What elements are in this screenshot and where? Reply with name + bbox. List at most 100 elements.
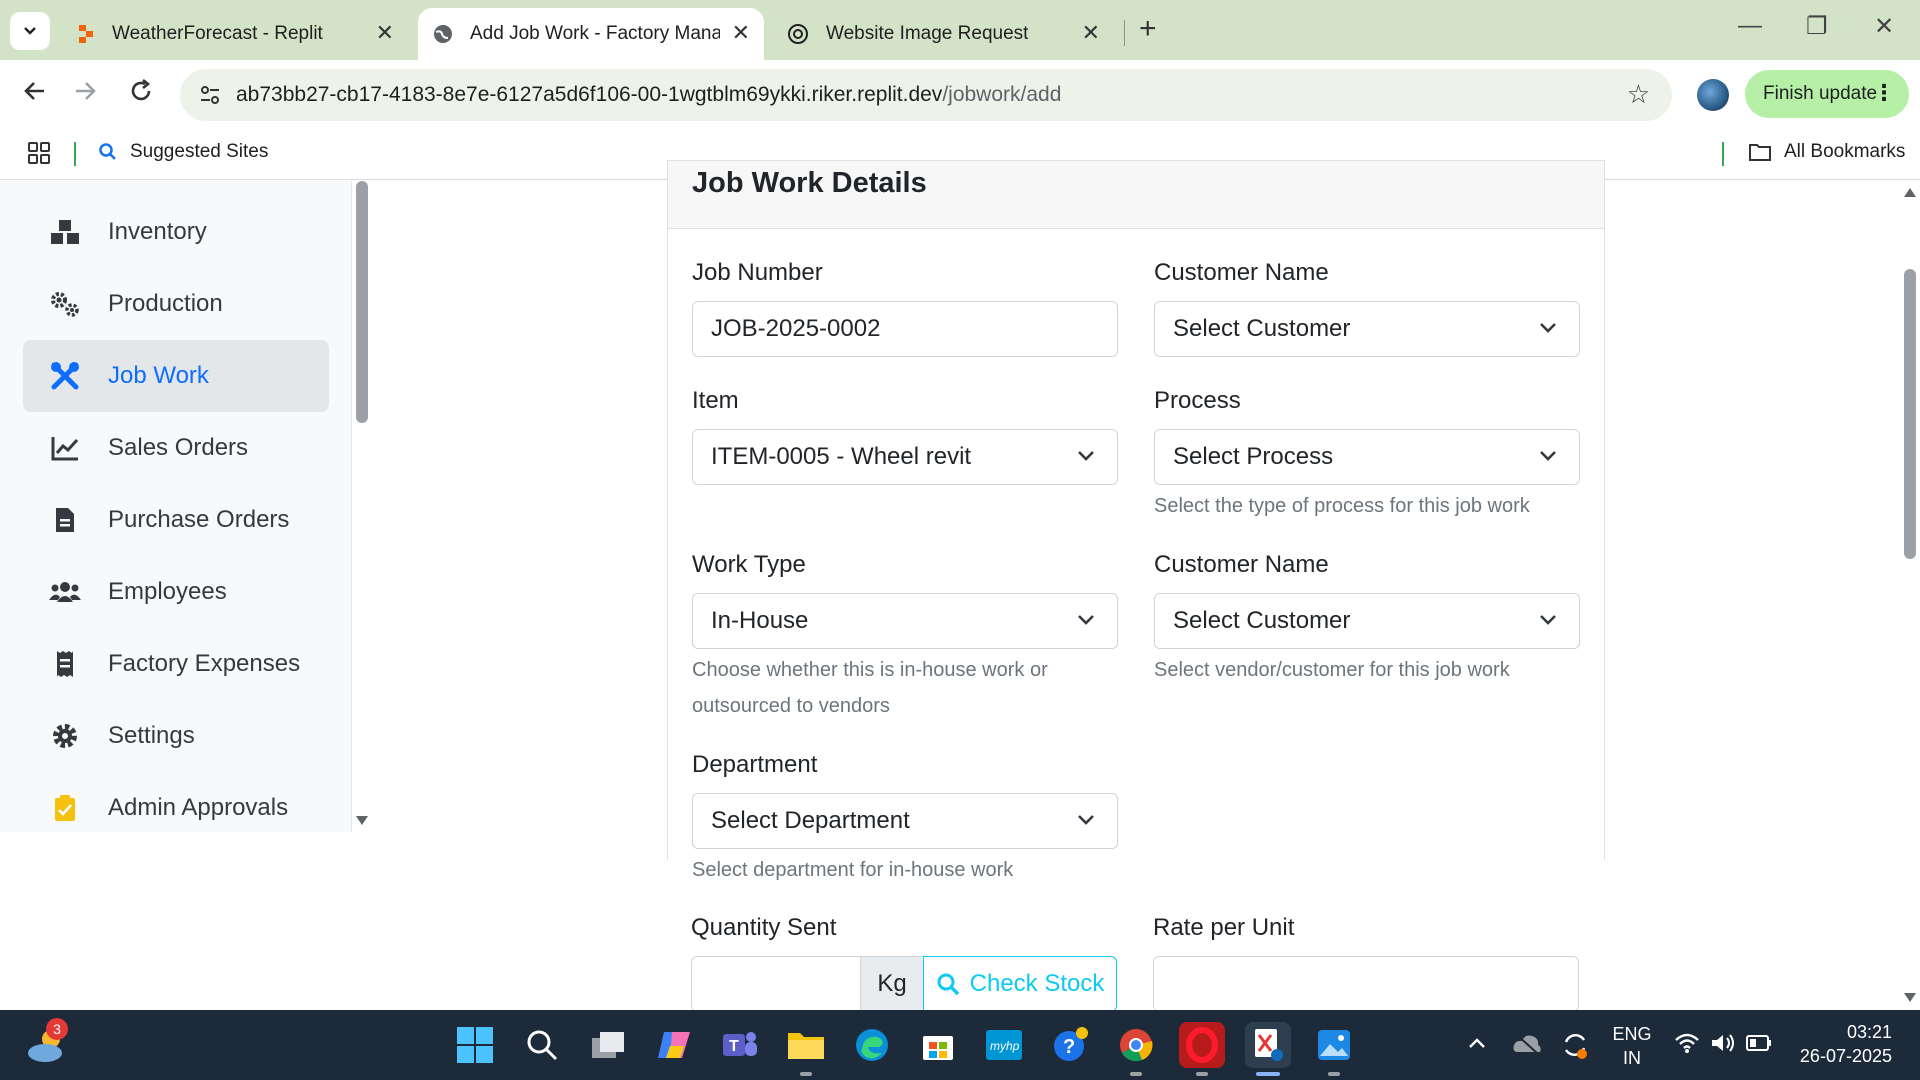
finish-update-button[interactable]: Finish update ⋮ — [1745, 70, 1909, 118]
edge-button[interactable] — [849, 1022, 895, 1068]
new-tab-button[interactable]: + — [1139, 12, 1157, 46]
url-host: ab73bb27-cb17-4183-8e7e-6127a5d6f106-00-… — [236, 83, 943, 106]
tab-website-image-request[interactable]: Website Image Request ✕ — [774, 8, 1114, 60]
bookmark-suggested-sites[interactable]: Suggested Sites — [98, 141, 268, 163]
onedrive-tray-button[interactable] — [1512, 1032, 1542, 1061]
sidebar-item-admin-approvals[interactable]: Admin Approvals — [23, 772, 329, 844]
copilot-button[interactable] — [651, 1022, 697, 1068]
help-button[interactable]: ? — [1047, 1022, 1093, 1068]
sidebar-item-production[interactable]: Production — [23, 268, 329, 340]
weather-badge-count: 3 — [53, 1021, 61, 1037]
customer-name-value: Select Customer — [1173, 315, 1351, 342]
unit-text: Kg — [877, 970, 907, 997]
sidebar-item-inventory[interactable]: Inventory — [23, 196, 329, 268]
sidebar-item-label: Admin Approvals — [108, 794, 289, 821]
chatgpt-icon — [788, 24, 808, 44]
all-bookmarks-button[interactable]: All Bookmarks — [1748, 141, 1905, 163]
site-info-icon[interactable] — [198, 83, 222, 107]
tab-add-job-work[interactable]: Add Job Work - Factory Manage ✕ — [418, 8, 764, 60]
item-select[interactable]: ITEM-0005 - Wheel revit — [692, 429, 1118, 485]
sidebar-item-label: Purchase Orders — [108, 506, 290, 533]
minimize-button[interactable]: — — [1738, 12, 1762, 40]
item-label: Item — [692, 387, 739, 414]
sidebar-item-factory-expenses[interactable]: Factory Expenses — [23, 628, 329, 700]
taskbar-search-button[interactable] — [519, 1022, 565, 1068]
clock[interactable]: 03:21 26-07-2025 — [1796, 1020, 1892, 1068]
profile-avatar[interactable] — [1697, 79, 1729, 111]
sync-tray-button[interactable] — [1560, 1030, 1590, 1065]
opera-button[interactable] — [1179, 1022, 1225, 1068]
teams-icon: T — [723, 1032, 757, 1056]
work-type-select[interactable]: In-House — [692, 593, 1118, 649]
rate-per-unit-input[interactable] — [1153, 956, 1579, 1010]
close-icon[interactable]: ✕ — [1082, 22, 1100, 44]
scroll-up-arrow-icon[interactable] — [1903, 187, 1917, 199]
check-stock-button[interactable]: Check Stock — [923, 956, 1117, 1010]
process-select[interactable]: Select Process — [1154, 429, 1580, 485]
customer-name-select[interactable]: Select Customer — [1154, 301, 1580, 357]
svg-text:T: T — [729, 1038, 739, 1055]
sidebar-item-employees[interactable]: Employees — [23, 556, 329, 628]
task-view-button[interactable] — [585, 1022, 631, 1068]
work-type-value: In-House — [711, 607, 809, 634]
chrome-button[interactable] — [1113, 1022, 1159, 1068]
folder-icon — [1749, 144, 1771, 161]
close-icon[interactable]: ✕ — [732, 22, 750, 44]
running-indicator — [1196, 1072, 1208, 1076]
quantity-sent-input[interactable] — [691, 956, 861, 1010]
tab-weatherforecast[interactable]: WeatherForecast - Replit ✕ — [60, 8, 408, 60]
cogs-icon — [49, 288, 81, 320]
file-explorer-button[interactable] — [783, 1022, 829, 1068]
tab-title: WeatherForecast - Replit — [112, 23, 323, 44]
scroll-down-arrow-icon[interactable] — [355, 814, 369, 826]
tray-overflow-button[interactable] — [1466, 1032, 1488, 1059]
sidebar-item-settings[interactable]: Settings — [23, 700, 329, 772]
restore-button[interactable]: ❐ — [1806, 12, 1828, 41]
quantity-sent-input-group: Kg Check Stock — [691, 956, 1117, 1010]
teams-button[interactable]: T — [717, 1022, 763, 1068]
snipping-tool-button[interactable] — [1245, 1022, 1291, 1068]
unit-label: Kg — [860, 956, 924, 1010]
store-button[interactable] — [915, 1022, 961, 1068]
work-type-help-line2: outsourced to vendors — [692, 695, 890, 717]
process-help-text: Select the type of process for this job … — [1154, 495, 1530, 517]
department-select[interactable]: Select Department — [692, 793, 1118, 849]
bookmark-star-icon[interactable]: ☆ — [1627, 79, 1650, 110]
customer-name-label: Customer Name — [1154, 259, 1329, 286]
check-stock-label: Check Stock — [969, 970, 1105, 997]
job-number-input[interactable]: JOB-2025-0002 — [692, 301, 1118, 357]
apps-button[interactable] — [27, 141, 51, 165]
tab-title: Add Job Work - Factory Manage — [470, 23, 720, 44]
scroll-down-arrow-icon[interactable] — [1903, 991, 1917, 1003]
page-scrollbar[interactable] — [1900, 181, 1920, 1010]
reload-button[interactable] — [128, 78, 154, 110]
wifi-icon — [1675, 1033, 1699, 1053]
work-type-label: Work Type — [692, 551, 806, 578]
running-indicator — [800, 1072, 812, 1076]
network-tray-button[interactable] — [1674, 1032, 1772, 1054]
back-button[interactable] — [22, 78, 48, 110]
clipboard-check-icon — [49, 792, 81, 824]
file-invoice-icon — [49, 504, 81, 536]
rate-per-unit-wrapper — [1153, 956, 1579, 1010]
language-indicator[interactable]: ENG IN — [1608, 1022, 1656, 1070]
replit-icon — [79, 25, 93, 43]
page-scrollbar-thumb[interactable] — [1904, 269, 1916, 559]
close-window-button[interactable]: ✕ — [1874, 12, 1894, 41]
sidebar-item-label: Production — [108, 290, 223, 317]
sidebar-item-purchase-orders[interactable]: Purchase Orders — [23, 484, 329, 556]
address-bar[interactable]: ab73bb27-cb17-4183-8e7e-6127a5d6f106-00-… — [180, 69, 1672, 121]
photos-button[interactable] — [1311, 1022, 1357, 1068]
sidebar-item-sales-orders[interactable]: Sales Orders — [23, 412, 329, 484]
sidebar-scrollbar[interactable] — [356, 181, 368, 832]
sidebar-item-job-work[interactable]: Job Work — [23, 340, 329, 412]
bookmark-label: Suggested Sites — [130, 141, 269, 162]
start-button[interactable] — [452, 1022, 498, 1068]
close-icon[interactable]: ✕ — [376, 22, 394, 44]
customer-name-2-select[interactable]: Select Customer — [1154, 593, 1580, 649]
myhp-button[interactable]: myhp — [981, 1022, 1027, 1068]
receipt-icon — [49, 648, 81, 680]
tab-search-button[interactable] — [10, 12, 50, 50]
forward-button[interactable] — [72, 78, 98, 110]
sidebar-scrollbar-thumb[interactable] — [356, 181, 368, 423]
